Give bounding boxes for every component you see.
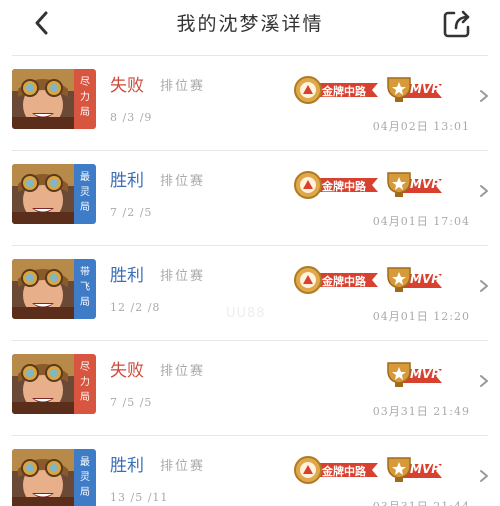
row-chevron-icon — [478, 374, 490, 388]
match-time: 03月31日 21:44 — [373, 498, 470, 506]
share-button[interactable] — [440, 7, 474, 41]
match-time: 04月01日 12:20 — [372, 310, 470, 323]
gold-mid-badge: 金牌中路 — [292, 74, 382, 106]
share-icon — [443, 10, 470, 38]
hero-avatar: 尽 力 局 — [12, 69, 96, 129]
match-mode: 排位赛 — [160, 269, 206, 284]
match-time: 04月02日 13:01 — [372, 120, 470, 133]
tag-char: 飞 — [80, 282, 90, 293]
tag-char: 最 — [80, 172, 90, 183]
match-time: 03月31日 21:49 — [372, 405, 470, 418]
match-kda: 12 /2 /8 — [110, 301, 161, 314]
tag-char: 局 — [80, 297, 90, 308]
tag-char: 灵 — [80, 472, 90, 483]
match-kda: 7 /5 /5 — [110, 396, 153, 409]
match-row[interactable]: 带 飞 局 胜利 排位赛 12 /2 /8 04月01日 12:20 金牌中路 — [0, 245, 500, 340]
performance-tag: 最 灵 局 — [74, 449, 96, 506]
hero-portrait — [12, 69, 74, 129]
performance-tag: 尽 力 局 — [74, 354, 96, 414]
page-title: 我的沈梦溪详情 — [176, 13, 324, 35]
match-row[interactable]: 尽 力 局 失败 排位赛 8 /3 /9 04月02日 13:01 金牌中路 M… — [0, 55, 500, 150]
gold-mid-badge: 金牌中路 — [292, 169, 382, 201]
watermark: UU88 — [226, 306, 266, 321]
tag-char: 局 — [80, 107, 90, 118]
tag-char: 力 — [80, 92, 90, 103]
row-divider — [12, 435, 488, 436]
mvp-badge-label: MVP — [410, 177, 441, 191]
hero-avatar: 带 飞 局 — [12, 259, 96, 319]
match-kda: 13 /5 /11 — [110, 491, 169, 504]
tag-char: 力 — [80, 377, 90, 388]
row-divider — [12, 245, 488, 246]
match-row[interactable]: 最 灵 局 胜利 排位赛 7 /2 /5 04月01日 17:04 金牌中路 M… — [0, 150, 500, 245]
hero-avatar: 最 灵 局 — [12, 164, 96, 224]
mvp-badge: MVP — [384, 454, 444, 486]
match-result: 胜利 — [110, 456, 144, 476]
mvp-badge: MVP — [384, 169, 444, 201]
hero-portrait — [12, 354, 74, 414]
performance-tag: 尽 力 局 — [74, 69, 96, 129]
row-divider — [12, 150, 488, 151]
match-kda: 7 /2 /5 — [110, 206, 153, 219]
match-result: 胜利 — [110, 171, 144, 191]
match-result: 失败 — [110, 361, 144, 381]
mvp-badge: MVP — [384, 264, 444, 296]
tag-char: 局 — [80, 487, 90, 498]
gold-mid-badge: 金牌中路 — [292, 264, 382, 296]
row-divider — [12, 340, 488, 341]
match-kda: 8 /3 /9 — [110, 111, 153, 124]
tag-char: 局 — [80, 392, 90, 403]
tag-char: 尽 — [80, 77, 90, 88]
tag-char: 局 — [80, 202, 90, 213]
match-time: 04月01日 17:04 — [372, 215, 470, 228]
hero-portrait — [12, 164, 74, 224]
match-mode: 排位赛 — [160, 174, 206, 189]
tag-char: 带 — [80, 267, 90, 278]
hero-portrait — [12, 449, 74, 506]
match-result: 失败 — [110, 76, 144, 96]
row-chevron-icon — [478, 184, 490, 198]
header-bar: 我的沈梦溪详情 — [0, 0, 500, 50]
match-mode: 排位赛 — [160, 364, 206, 379]
row-chevron-icon — [478, 469, 490, 483]
performance-tag: 带 飞 局 — [74, 259, 96, 319]
match-row[interactable]: 尽 力 局 失败 排位赛 7 /5 /5 03月31日 21:49 MVP — [0, 340, 500, 435]
hero-portrait — [12, 259, 74, 319]
gold-badge-label: 金牌中路 — [322, 180, 366, 193]
mvp-badge: MVP — [384, 74, 444, 106]
row-divider — [12, 55, 488, 56]
hero-avatar: 尽 力 局 — [12, 354, 96, 414]
mvp-badge-label: MVP — [410, 367, 441, 381]
gold-badge-label: 金牌中路 — [322, 465, 366, 478]
tag-char: 尽 — [80, 362, 90, 373]
gold-mid-badge: 金牌中路 — [292, 454, 382, 486]
tag-char: 灵 — [80, 187, 90, 198]
mvp-badge-label: MVP — [410, 462, 441, 476]
tag-char: 最 — [80, 457, 90, 468]
match-mode: 排位赛 — [160, 459, 206, 474]
performance-tag: 最 灵 局 — [74, 164, 96, 224]
gold-badge-label: 金牌中路 — [322, 275, 366, 288]
row-chevron-icon — [478, 279, 490, 293]
match-result: 胜利 — [110, 266, 144, 286]
match-row[interactable]: 最 灵 局 胜利 排位赛 13 /5 /11 03月31日 21:44 金牌中路 — [0, 435, 500, 506]
row-chevron-icon — [478, 89, 490, 103]
gold-badge-label: 金牌中路 — [322, 85, 366, 98]
mvp-badge-label: MVP — [410, 82, 441, 96]
mvp-badge: MVP — [384, 359, 444, 391]
mvp-badge-label: MVP — [410, 272, 441, 286]
match-mode: 排位赛 — [160, 79, 206, 94]
hero-avatar: 最 灵 局 — [12, 449, 96, 506]
